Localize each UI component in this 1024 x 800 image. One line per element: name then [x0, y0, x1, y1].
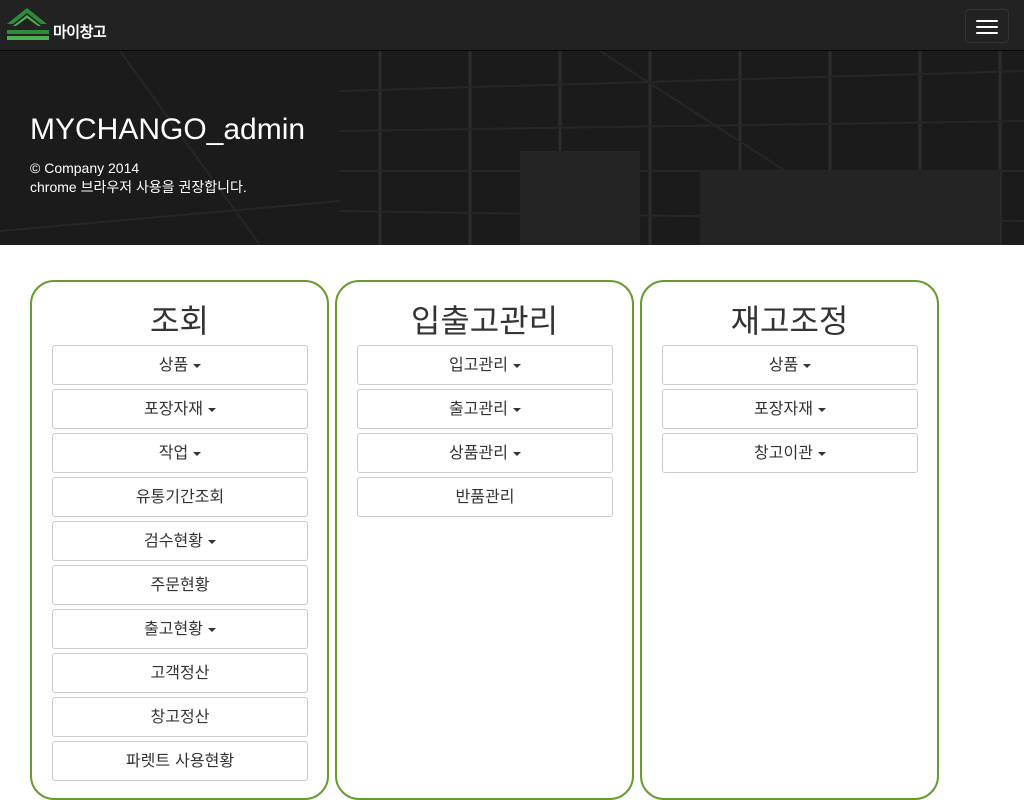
menu-button-label: 고객정산	[150, 663, 210, 682]
panel-title: 입출고관리	[410, 302, 559, 340]
menu-button-label: 유통기간조회	[135, 487, 225, 506]
top-navbar: 마이창고	[0, 0, 1024, 51]
menu-button-label: 상품	[158, 355, 189, 374]
brand-name: 마이창고	[53, 23, 107, 41]
menu-button-label: 포장자재	[144, 399, 203, 418]
menu-button-label: 작업	[158, 443, 189, 462]
menu-button-label: 창고이관	[754, 443, 813, 462]
menu-button-label: 파렛트 사용현황	[125, 751, 235, 770]
hero-banner: MYCHANGO_admin © Company 2014 chrome 브라우…	[0, 51, 1024, 245]
hero-subtext: © Company 2014 chrome 브라우저 사용을 권장합니다.	[30, 159, 247, 197]
menu-button-packaging[interactable]: 포장자재	[662, 389, 918, 429]
menu-button-products[interactable]: 상품	[662, 345, 918, 385]
menu-button-label: 포장자재	[754, 399, 813, 418]
menu-button-tasks[interactable]: 작업	[52, 433, 308, 473]
warehouse-roof-icon	[7, 8, 49, 40]
menu-button-label: 입고관리	[449, 355, 508, 374]
menu-button-expiry-inquiry[interactable]: 유통기간조회	[52, 477, 308, 517]
panel-inquiry: 조회 상품 포장자재 작업 유통기간조회 검수현황 주문현황 출고현황 고객정산…	[30, 280, 329, 800]
caret-down-icon	[817, 407, 826, 412]
menu-button-warehouse-settlement[interactable]: 창고정산	[52, 697, 308, 737]
menu-button-label: 주문현황	[150, 575, 210, 594]
panel-inventory-adjustment: 재고조정 상품 포장자재 창고이관	[640, 280, 939, 800]
browser-notice-text: chrome 브라우저 사용을 권장합니다.	[30, 179, 247, 195]
menu-button-warehouse-transfer[interactable]: 창고이관	[662, 433, 918, 473]
hamburger-menu-button[interactable]	[965, 9, 1009, 43]
menu-button-packaging[interactable]: 포장자재	[52, 389, 308, 429]
menu-button-label: 출고현황	[144, 619, 203, 638]
menu-button-order-status[interactable]: 주문현황	[52, 565, 308, 605]
brand-logo[interactable]: 마이창고	[5, 4, 115, 44]
menu-list: 상품 포장자재 작업 유통기간조회 검수현황 주문현황 출고현황 고객정산 창고…	[52, 345, 309, 785]
menu-button-pallet-usage[interactable]: 파렛트 사용현황	[52, 741, 308, 781]
caret-down-icon	[207, 627, 216, 632]
copyright-text: © Company 2014	[30, 160, 140, 176]
panel-title: 조회	[150, 302, 209, 340]
menu-list: 상품 포장자재 창고이관	[662, 345, 919, 477]
menu-button-label: 검수현황	[144, 531, 203, 550]
menu-button-product-management[interactable]: 상품관리	[357, 433, 613, 473]
panel-inbound-outbound: 입출고관리 입고관리 출고관리 상품관리 반품관리	[335, 280, 634, 800]
caret-down-icon	[512, 407, 521, 412]
menu-button-label: 출고관리	[449, 399, 508, 418]
menu-button-label: 상품	[768, 355, 799, 374]
warehouse-background-image	[0, 51, 1024, 245]
menu-button-label: 창고정산	[150, 707, 210, 726]
caret-down-icon	[207, 539, 216, 544]
caret-down-icon	[512, 363, 521, 368]
menu-button-inspection-status[interactable]: 검수현황	[52, 521, 308, 561]
caret-down-icon	[817, 451, 826, 456]
menu-button-products[interactable]: 상품	[52, 345, 308, 385]
menu-button-label: 상품관리	[449, 443, 508, 462]
page-title: MYCHANGO_admin	[30, 113, 306, 146]
hamburger-menu-icon	[976, 20, 998, 22]
menu-button-return-management[interactable]: 반품관리	[357, 477, 613, 517]
caret-down-icon	[193, 363, 202, 368]
caret-down-icon	[207, 407, 216, 412]
menu-button-inbound-management[interactable]: 입고관리	[357, 345, 613, 385]
caret-down-icon	[512, 451, 521, 456]
menu-button-customer-settlement[interactable]: 고객정산	[52, 653, 308, 693]
caret-down-icon	[803, 363, 812, 368]
panel-title: 재고조정	[730, 302, 849, 340]
menu-list: 입고관리 출고관리 상품관리 반품관리	[357, 345, 614, 521]
menu-button-label: 반품관리	[455, 487, 515, 506]
menu-button-shipping-status[interactable]: 출고현황	[52, 609, 308, 649]
caret-down-icon	[193, 451, 202, 456]
menu-button-outbound-management[interactable]: 출고관리	[357, 389, 613, 429]
